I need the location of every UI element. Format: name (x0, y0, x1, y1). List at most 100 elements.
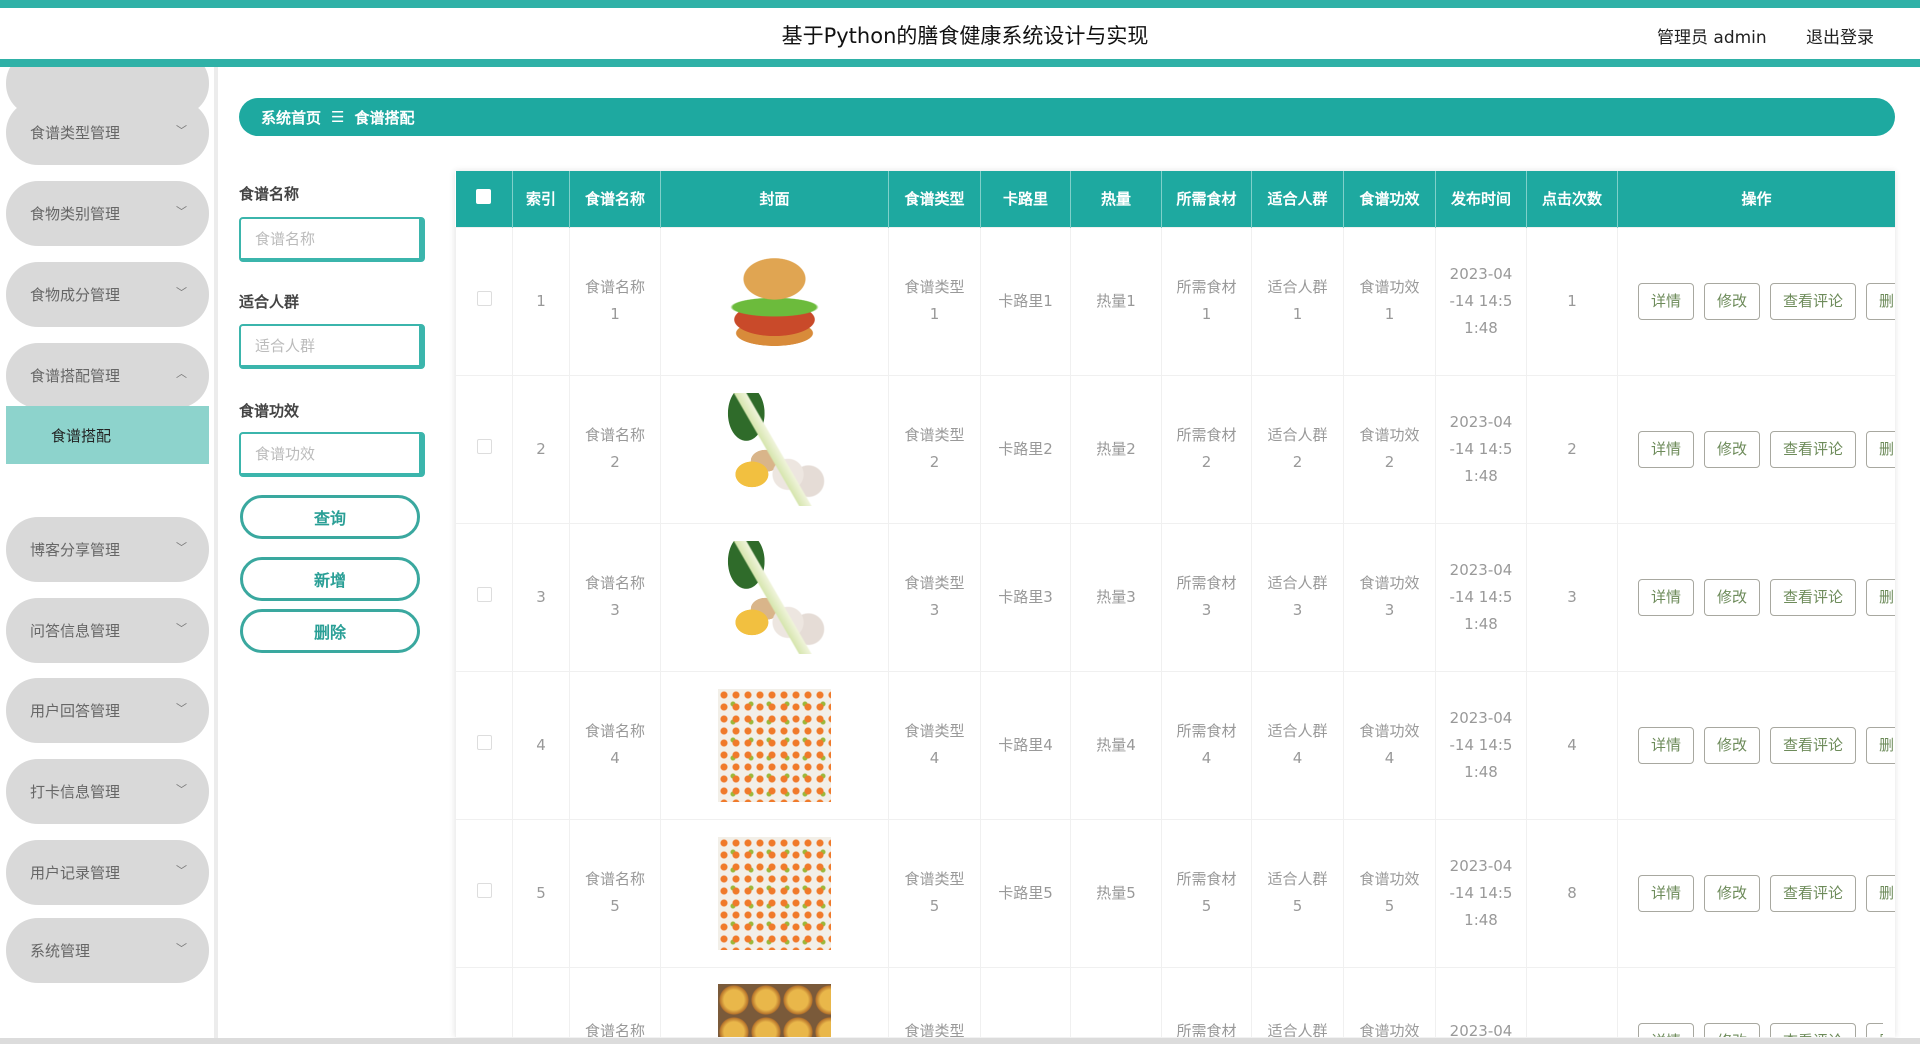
row-checkbox[interactable] (456, 671, 513, 819)
crowd-input[interactable] (239, 324, 425, 369)
column-header: 适合人群 (1252, 171, 1344, 227)
action-button-3[interactable]: 删除 (1866, 1023, 1883, 1037)
breadcrumb-home[interactable]: 系统首页 (261, 107, 321, 128)
chevron-down-icon: ﹀ (176, 620, 187, 636)
breadcrumb-separator-icon: ☰ (331, 108, 344, 126)
cell-clicks-text: 3 (1539, 584, 1605, 611)
action-button-1[interactable]: 修改 (1704, 1023, 1760, 1037)
cover-image-veg (718, 393, 831, 506)
cell-calorie-text (993, 968, 1058, 1037)
cell-type: 食谱类型4 (889, 671, 981, 819)
breadcrumb: 系统首页 ☰ 食谱搭配 (239, 98, 1895, 136)
action-button-0[interactable]: 详情 (1638, 875, 1694, 912)
row-checkbox[interactable] (456, 967, 513, 1037)
action-button-0[interactable]: 详情 (1638, 431, 1694, 468)
current-user: 管理员 admin (1657, 23, 1767, 48)
action-button-2[interactable]: 查看评论 (1770, 727, 1856, 764)
action-button-1[interactable]: 修改 (1704, 283, 1760, 320)
cell-name-text: 食谱名称5 (582, 866, 648, 920)
cell-calorie-text: 卡路里1 (993, 288, 1058, 315)
cell-crowd: 适合人群3 (1252, 523, 1344, 671)
actions-cell: 详情修改查看评论删除 (1618, 227, 1896, 375)
sidebar-item-label: 系统管理 (30, 940, 90, 961)
sidebar-item-label: 打卡信息管理 (30, 781, 120, 802)
action-button-2[interactable]: 查看评论 (1770, 579, 1856, 616)
action-button-1[interactable]: 修改 (1704, 431, 1760, 468)
cell-heat (1071, 967, 1162, 1037)
action-button-2[interactable]: 查看评论 (1770, 875, 1856, 912)
cell-clicks-text: 8 (1539, 880, 1605, 907)
horizontal-scrollbar[interactable] (0, 1038, 1920, 1044)
sidebar-item[interactable]: 打卡信息管理﹀ (6, 759, 209, 824)
header: 基于Python的膳食健康系统设计与实现 管理员 admin 退出登录 (0, 8, 1920, 59)
crowd-label: 适合人群 (239, 291, 299, 312)
cell-heat: 热量2 (1071, 375, 1162, 523)
action-button-3[interactable]: 删除 (1866, 875, 1895, 912)
cell-name: 食谱名称5 (570, 819, 661, 967)
logout-link[interactable]: 退出登录 (1806, 23, 1874, 48)
action-button-1[interactable]: 修改 (1704, 727, 1760, 764)
sidebar-item[interactable]: 食谱类型管理﹀ (6, 100, 209, 165)
cell-effect: 食谱功效3 (1344, 523, 1436, 671)
cell-time: 2023-04-14 14:51:48 (1436, 227, 1527, 375)
action-button-0[interactable]: 详情 (1638, 1023, 1694, 1037)
cell-crowd-text: 适合人群 (1264, 968, 1331, 1037)
cell-type: 食谱类型5 (889, 819, 981, 967)
action-button-2[interactable]: 查看评论 (1770, 431, 1856, 468)
table-row: 4食谱名称4食谱类型4卡路里4热量4所需食材4适合人群4食谱功效42023-04… (456, 671, 1896, 819)
action-button-3[interactable]: 删除 (1866, 283, 1895, 320)
cell-crowd-text: 适合人群4 (1264, 718, 1331, 772)
sidebar-item[interactable]: 食谱搭配管理︿ (6, 343, 209, 408)
sidebar-item[interactable]: 博客分享管理﹀ (6, 517, 209, 582)
chevron-down-icon: ﹀ (176, 862, 187, 878)
row-checkbox[interactable] (456, 819, 513, 967)
cell-time-text: 2023-04-14 14:51:48 (1448, 261, 1514, 342)
chevron-up-icon: ︿ (176, 365, 187, 381)
row-checkbox[interactable] (456, 375, 513, 523)
add-button[interactable]: 新增 (240, 557, 420, 601)
action-button-0[interactable]: 详情 (1638, 727, 1694, 764)
action-button-3[interactable]: 删除 (1866, 727, 1895, 764)
query-button[interactable]: 查询 (240, 495, 420, 539)
column-header: 发布时间 (1436, 171, 1527, 227)
sidebar-item[interactable]: 食物类别管理﹀ (6, 181, 209, 246)
sidebar-item[interactable]: 食物成分管理﹀ (6, 262, 209, 327)
cell-name-text: 食谱名称3 (582, 570, 648, 624)
sidebar-item-label: 食物成分管理 (30, 284, 120, 305)
cover-image-burger (718, 245, 831, 358)
chevron-down-icon: ﹀ (176, 203, 187, 219)
sidebar-item[interactable]: 用户回答管理﹀ (6, 678, 209, 743)
actions-cell: 详情修改查看评论删除 (1618, 671, 1896, 819)
actions-cell: 详情修改查看评论删除 (1618, 967, 1896, 1037)
row-checkbox[interactable] (456, 227, 513, 375)
cell-index: 2 (513, 375, 570, 523)
action-button-1[interactable]: 修改 (1704, 579, 1760, 616)
action-button-3[interactable]: 删除 (1866, 579, 1895, 616)
action-button-1[interactable]: 修改 (1704, 875, 1760, 912)
cell-calorie (981, 967, 1071, 1037)
cell-name: 食谱名称 (570, 967, 661, 1037)
action-button-2[interactable]: 查看评论 (1770, 1023, 1856, 1037)
sidebar-item[interactable]: 系统管理﹀ (6, 918, 209, 983)
sidebar-item[interactable]: 用户记录管理﹀ (6, 840, 209, 905)
action-button-0[interactable]: 详情 (1638, 283, 1694, 320)
cell-effect-text: 食谱功效1 (1356, 274, 1423, 328)
name-input[interactable] (239, 217, 425, 262)
action-button-3[interactable]: 删除 (1866, 431, 1895, 468)
effect-label: 食谱功效 (239, 400, 299, 421)
action-button-2[interactable]: 查看评论 (1770, 283, 1856, 320)
sidebar-subitem-recipe-match[interactable]: 食谱搭配 (6, 406, 209, 464)
cell-ingredients-text: 所需食材5 (1174, 866, 1239, 920)
cell-type-text: 食谱类型2 (901, 422, 968, 476)
select-all-checkbox[interactable] (456, 171, 513, 227)
cell-index (513, 967, 570, 1037)
sidebar-item[interactable]: 问答信息管理﹀ (6, 598, 209, 663)
cell-heat-text: 热量4 (1083, 732, 1149, 759)
delete-button[interactable]: 删除 (240, 609, 420, 653)
cell-calorie: 卡路里3 (981, 523, 1071, 671)
cell-name: 食谱名称2 (570, 375, 661, 523)
cell-effect-text: 食谱功效4 (1356, 718, 1423, 772)
row-checkbox[interactable] (456, 523, 513, 671)
effect-input[interactable] (239, 432, 425, 477)
action-button-0[interactable]: 详情 (1638, 579, 1694, 616)
